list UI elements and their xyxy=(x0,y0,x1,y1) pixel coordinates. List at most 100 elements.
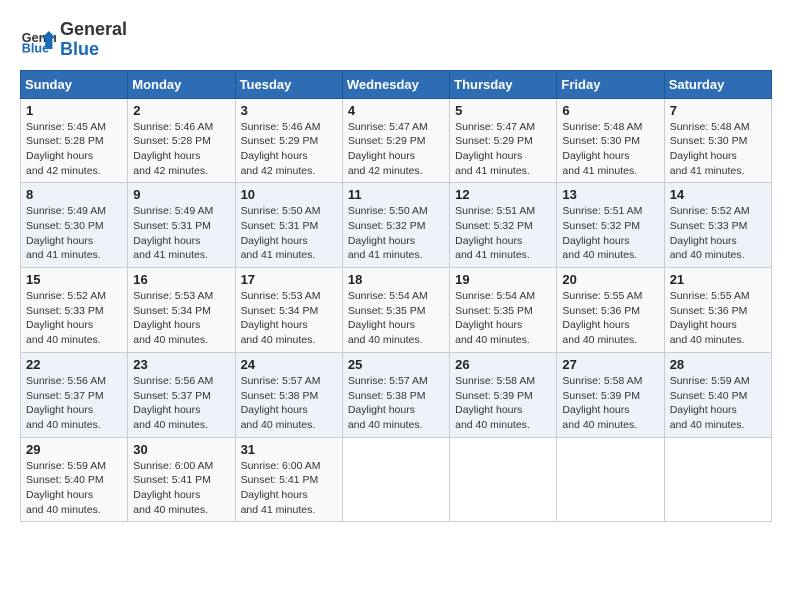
calendar-week-1: 1Sunrise: 5:45 AMSunset: 5:28 PMDaylight… xyxy=(21,98,772,183)
calendar-cell: 30 Sunrise: 6:00 AMSunset: 5:41 PMDayligh… xyxy=(128,437,235,522)
day-info: Sunrise: 6:00 AMSunset: 5:41 PMDaylight … xyxy=(133,459,229,518)
calendar-cell xyxy=(342,437,449,522)
calendar-header-row: SundayMondayTuesdayWednesdayThursdayFrid… xyxy=(21,70,772,98)
calendar-header-sunday: Sunday xyxy=(21,70,128,98)
day-info: Sunrise: 5:52 AMSunset: 5:33 PMDaylight … xyxy=(670,204,766,263)
calendar-cell: 27 Sunrise: 5:58 AMSunset: 5:39 PMDayligh… xyxy=(557,352,664,437)
day-info: Sunrise: 5:55 AMSunset: 5:36 PMDaylight … xyxy=(670,289,766,348)
day-info: Sunrise: 5:50 AMSunset: 5:32 PMDaylight … xyxy=(348,204,444,263)
day-info: Sunrise: 5:58 AMSunset: 5:39 PMDaylight … xyxy=(455,374,551,433)
day-info: Sunrise: 5:54 AMSunset: 5:35 PMDaylight … xyxy=(455,289,551,348)
day-info: Sunrise: 5:49 AMSunset: 5:30 PMDaylight … xyxy=(26,204,122,263)
calendar-header-thursday: Thursday xyxy=(450,70,557,98)
day-number: 8 xyxy=(26,187,122,202)
calendar-header-monday: Monday xyxy=(128,70,235,98)
calendar-cell: 25 Sunrise: 5:57 AMSunset: 5:38 PMDayligh… xyxy=(342,352,449,437)
calendar-week-5: 29Sunrise: 5:59 AMSunset: 5:40 PMDayligh… xyxy=(21,437,772,522)
day-info: Sunrise: 5:51 AMSunset: 5:32 PMDaylight … xyxy=(455,204,551,263)
logo: General Blue General Blue xyxy=(20,20,127,60)
calendar-cell: 26 Sunrise: 5:58 AMSunset: 5:39 PMDayligh… xyxy=(450,352,557,437)
calendar-cell: 28Sunrise: 5:59 AMSunset: 5:40 PMDayligh… xyxy=(664,352,771,437)
day-number: 20 xyxy=(562,272,658,287)
day-number: 27 xyxy=(562,357,658,372)
calendar-cell: 16 Sunrise: 5:53 AMSunset: 5:34 PMDayligh… xyxy=(128,268,235,353)
day-number: 29 xyxy=(26,442,122,457)
day-number: 3 xyxy=(241,103,337,118)
day-number: 26 xyxy=(455,357,551,372)
day-info: Sunrise: 5:53 AMSunset: 5:34 PMDaylight … xyxy=(133,289,229,348)
calendar-cell xyxy=(450,437,557,522)
calendar-header-friday: Friday xyxy=(557,70,664,98)
logo-text: General Blue xyxy=(60,20,127,60)
day-number: 10 xyxy=(241,187,337,202)
day-number: 5 xyxy=(455,103,551,118)
day-info: Sunrise: 5:48 AMSunset: 5:30 PMDaylight … xyxy=(562,120,658,179)
calendar-cell: 23 Sunrise: 5:56 AMSunset: 5:37 PMDayligh… xyxy=(128,352,235,437)
day-info: Sunrise: 5:58 AMSunset: 5:39 PMDaylight … xyxy=(562,374,658,433)
day-number: 16 xyxy=(133,272,229,287)
calendar-cell: 24 Sunrise: 5:57 AMSunset: 5:38 PMDayligh… xyxy=(235,352,342,437)
calendar-header-saturday: Saturday xyxy=(664,70,771,98)
day-number: 12 xyxy=(455,187,551,202)
day-number: 23 xyxy=(133,357,229,372)
day-number: 22 xyxy=(26,357,122,372)
day-number: 7 xyxy=(670,103,766,118)
day-number: 4 xyxy=(348,103,444,118)
day-info: Sunrise: 5:56 AMSunset: 5:37 PMDaylight … xyxy=(133,374,229,433)
day-number: 15 xyxy=(26,272,122,287)
day-info: Sunrise: 5:57 AMSunset: 5:38 PMDaylight … xyxy=(348,374,444,433)
calendar-week-4: 22 Sunrise: 5:56 AMSunset: 5:37 PMDayligh… xyxy=(21,352,772,437)
day-info: Sunrise: 5:53 AMSunset: 5:34 PMDaylight … xyxy=(241,289,337,348)
calendar-week-3: 15 Sunrise: 5:52 AMSunset: 5:33 PMDayligh… xyxy=(21,268,772,353)
calendar-cell: 15 Sunrise: 5:52 AMSunset: 5:33 PMDayligh… xyxy=(21,268,128,353)
day-number: 25 xyxy=(348,357,444,372)
calendar-cell: 21 Sunrise: 5:55 AMSunset: 5:36 PMDayligh… xyxy=(664,268,771,353)
calendar-cell: 29Sunrise: 5:59 AMSunset: 5:40 PMDayligh… xyxy=(21,437,128,522)
calendar-body: 1Sunrise: 5:45 AMSunset: 5:28 PMDaylight… xyxy=(21,98,772,522)
calendar-cell: 22 Sunrise: 5:56 AMSunset: 5:37 PMDayligh… xyxy=(21,352,128,437)
calendar-cell: 5 Sunrise: 5:47 AMSunset: 5:29 PMDaylight… xyxy=(450,98,557,183)
day-info: Sunrise: 5:54 AMSunset: 5:35 PMDaylight … xyxy=(348,289,444,348)
calendar-cell: 1Sunrise: 5:45 AMSunset: 5:28 PMDaylight… xyxy=(21,98,128,183)
calendar-cell: 31 Sunrise: 6:00 AMSunset: 5:41 PMDayligh… xyxy=(235,437,342,522)
day-info: Sunrise: 6:00 AMSunset: 5:41 PMDaylight … xyxy=(241,459,337,518)
day-info: Sunrise: 5:52 AMSunset: 5:33 PMDaylight … xyxy=(26,289,122,348)
day-number: 17 xyxy=(241,272,337,287)
calendar-cell: 4 Sunrise: 5:47 AMSunset: 5:29 PMDaylight… xyxy=(342,98,449,183)
calendar-cell: 8 Sunrise: 5:49 AMSunset: 5:30 PMDaylight… xyxy=(21,183,128,268)
page-header: General Blue General Blue xyxy=(20,20,772,60)
day-info: Sunrise: 5:49 AMSunset: 5:31 PMDaylight … xyxy=(133,204,229,263)
day-number: 6 xyxy=(562,103,658,118)
calendar-cell: 13 Sunrise: 5:51 AMSunset: 5:32 PMDayligh… xyxy=(557,183,664,268)
calendar-cell: 7Sunrise: 5:48 AMSunset: 5:30 PMDaylight… xyxy=(664,98,771,183)
day-number: 24 xyxy=(241,357,337,372)
day-number: 30 xyxy=(133,442,229,457)
calendar-cell: 19 Sunrise: 5:54 AMSunset: 5:35 PMDayligh… xyxy=(450,268,557,353)
day-info: Sunrise: 5:57 AMSunset: 5:38 PMDaylight … xyxy=(241,374,337,433)
calendar-cell: 10Sunrise: 5:50 AMSunset: 5:31 PMDayligh… xyxy=(235,183,342,268)
calendar-cell: 9 Sunrise: 5:49 AMSunset: 5:31 PMDaylight… xyxy=(128,183,235,268)
day-number: 14 xyxy=(670,187,766,202)
day-number: 9 xyxy=(133,187,229,202)
day-number: 19 xyxy=(455,272,551,287)
day-info: Sunrise: 5:51 AMSunset: 5:32 PMDaylight … xyxy=(562,204,658,263)
calendar-cell: 14 Sunrise: 5:52 AMSunset: 5:33 PMDayligh… xyxy=(664,183,771,268)
day-info: Sunrise: 5:46 AMSunset: 5:28 PMDaylight … xyxy=(133,120,229,179)
day-number: 28 xyxy=(670,357,766,372)
svg-text:Blue: Blue xyxy=(22,41,49,55)
calendar-cell: 20 Sunrise: 5:55 AMSunset: 5:36 PMDayligh… xyxy=(557,268,664,353)
day-info: Sunrise: 5:47 AMSunset: 5:29 PMDaylight … xyxy=(455,120,551,179)
day-info: Sunrise: 5:47 AMSunset: 5:29 PMDaylight … xyxy=(348,120,444,179)
day-number: 18 xyxy=(348,272,444,287)
day-number: 31 xyxy=(241,442,337,457)
day-number: 21 xyxy=(670,272,766,287)
calendar-cell: 11Sunrise: 5:50 AMSunset: 5:32 PMDayligh… xyxy=(342,183,449,268)
day-info: Sunrise: 5:55 AMSunset: 5:36 PMDaylight … xyxy=(562,289,658,348)
day-number: 13 xyxy=(562,187,658,202)
calendar-cell: 6 Sunrise: 5:48 AMSunset: 5:30 PMDaylight… xyxy=(557,98,664,183)
day-info: Sunrise: 5:56 AMSunset: 5:37 PMDaylight … xyxy=(26,374,122,433)
calendar-cell xyxy=(557,437,664,522)
day-number: 2 xyxy=(133,103,229,118)
calendar-header-wednesday: Wednesday xyxy=(342,70,449,98)
calendar-cell xyxy=(664,437,771,522)
